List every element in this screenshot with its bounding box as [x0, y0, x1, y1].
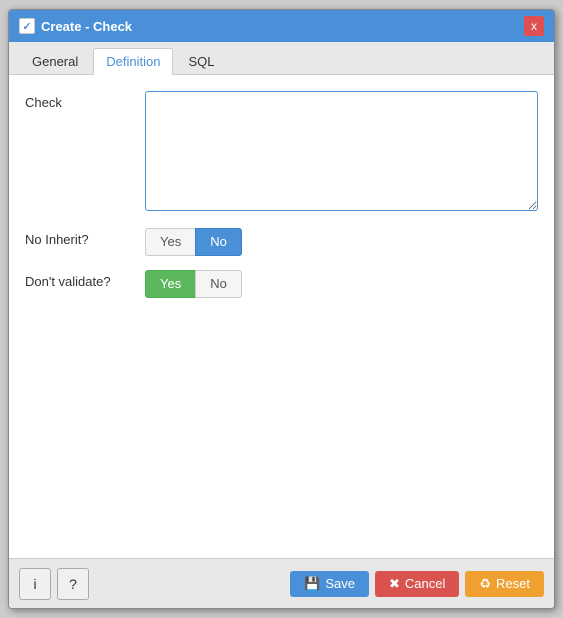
no-inherit-no-button[interactable]: No: [195, 228, 242, 256]
dont-validate-toggle: Yes No: [145, 270, 538, 298]
tab-definition[interactable]: Definition: [93, 48, 173, 75]
cancel-label: Cancel: [405, 576, 445, 591]
dont-validate-row: Don't validate? Yes No: [25, 270, 538, 298]
dont-validate-yes-button[interactable]: Yes: [145, 270, 195, 298]
check-label: Check: [25, 91, 135, 110]
footer-left: i ?: [19, 568, 89, 600]
reset-label: Reset: [496, 576, 530, 591]
check-row: Check: [25, 91, 538, 214]
cancel-icon: ✖: [389, 576, 400, 592]
save-label: Save: [325, 576, 355, 591]
title-bar-left: Create - Check: [19, 18, 132, 34]
no-inherit-toggle: Yes No: [145, 228, 538, 256]
title-bar: Create - Check x: [9, 10, 554, 42]
tab-bar: General Definition SQL: [9, 42, 554, 75]
tab-content: Check No Inherit? Yes No Don't validate?…: [9, 75, 554, 558]
close-button[interactable]: x: [524, 16, 544, 36]
check-icon: [19, 18, 35, 34]
save-button[interactable]: 💾 Save: [290, 571, 369, 597]
no-inherit-yes-button[interactable]: Yes: [145, 228, 195, 256]
tab-general[interactable]: General: [19, 48, 91, 74]
check-textarea[interactable]: [145, 91, 538, 211]
cancel-button[interactable]: ✖ Cancel: [375, 571, 459, 597]
reset-button[interactable]: ♻ Reset: [465, 571, 544, 597]
no-inherit-label: No Inherit?: [25, 228, 135, 247]
dialog-title: Create - Check: [41, 19, 132, 34]
info-button[interactable]: i: [19, 568, 51, 600]
footer-right: 💾 Save ✖ Cancel ♻ Reset: [290, 571, 544, 597]
reset-icon: ♻: [479, 576, 491, 592]
help-button[interactable]: ?: [57, 568, 89, 600]
dont-validate-label: Don't validate?: [25, 270, 135, 289]
no-inherit-row: No Inherit? Yes No: [25, 228, 538, 256]
tab-sql[interactable]: SQL: [175, 48, 227, 74]
dont-validate-no-button[interactable]: No: [195, 270, 242, 298]
save-icon: 💾: [304, 576, 320, 592]
dialog: Create - Check x General Definition SQL …: [8, 9, 555, 609]
check-control: [145, 91, 538, 214]
footer: i ? 💾 Save ✖ Cancel ♻ Reset: [9, 558, 554, 608]
